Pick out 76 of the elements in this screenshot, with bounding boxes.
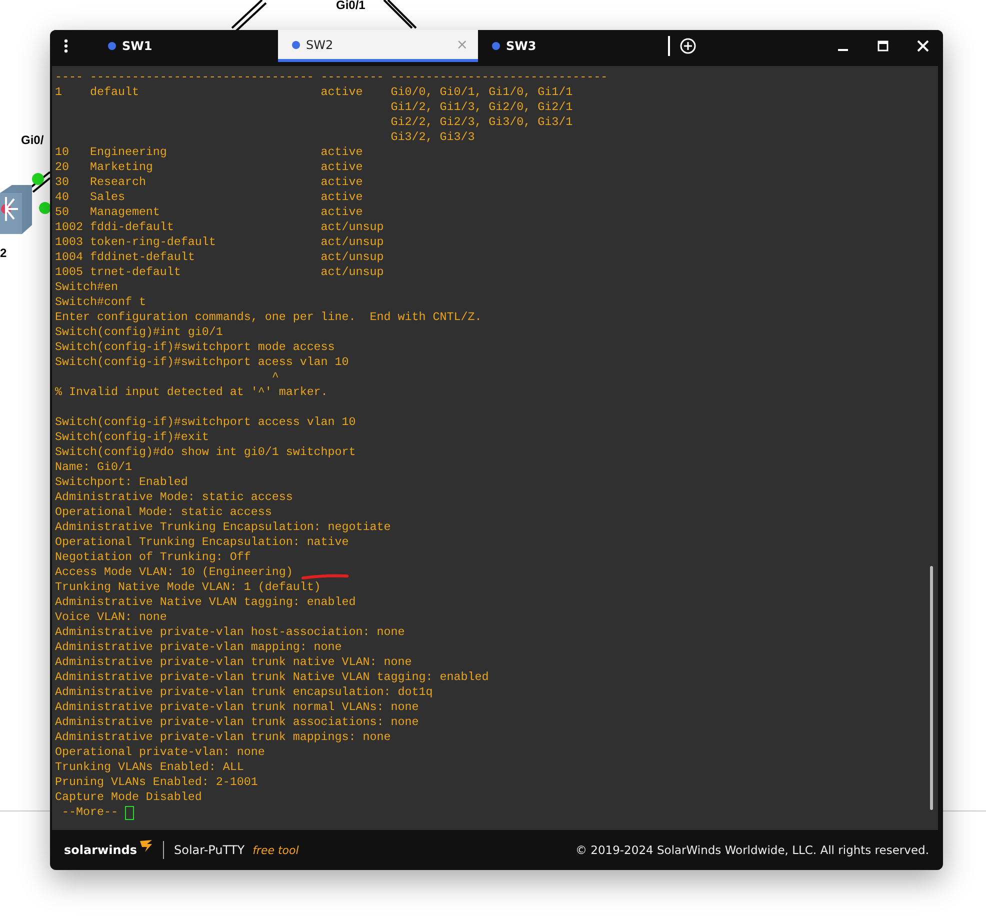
terminal-line: Operational Mode: static access (55, 505, 273, 520)
terminal-line: 10 Engineering active (55, 145, 364, 160)
link-line (29, 171, 51, 193)
port-label: Gi0/1 (336, 0, 366, 12)
terminal-line: Administrative Mode: static access (55, 490, 294, 505)
terminal-line: Switch(config)#int gi0/1 (55, 325, 224, 340)
terminal-line: Gi3/2, Gi3/3 (390, 130, 476, 145)
terminal-line: ---- -------------------------------- --------- ------------------------------- (55, 70, 609, 85)
terminal-line: Administrative Trunking Encapsulation: negotiate (55, 520, 392, 535)
terminal-line: Capture Mode Disabled (55, 790, 203, 805)
copyright-text: © 2019-2024 SolarWinds Worldwide, LLC. All rights reserved. (575, 843, 929, 857)
terminal-line: 1003 token-ring-default act/unsup (55, 235, 385, 250)
terminal-line: 1 default active Gi0/0, Gi0/1, Gi1/0, Gi1/1 (55, 85, 574, 100)
terminal-line: Switchport: Enabled (55, 475, 189, 490)
switch-icon[interactable] (0, 185, 32, 234)
terminal-line: 50 Management active (55, 205, 364, 220)
terminal-line: Administrative private-vlan trunk mappings: none (55, 730, 392, 745)
port-status-dot (32, 173, 44, 185)
close-icon[interactable] (917, 40, 929, 52)
terminal-line: 1005 trnet-default act/unsup (55, 265, 385, 280)
terminal-line: Switch(config-if)#exit (55, 430, 210, 445)
terminal-line: Operational private-vlan: none (55, 745, 266, 760)
terminal-line: Gi1/2, Gi1/3, Gi2/0, Gi2/1 (390, 100, 574, 115)
terminal-line: Administrative private-vlan mapping: none (55, 640, 343, 655)
terminal-line: Switch(config-if)#switchport mode access (55, 340, 336, 355)
terminal-line: Access Mode VLAN: 10 (Engineering) (55, 565, 293, 580)
port-label: 2 (0, 246, 7, 260)
terminal-line: Voice VLAN: none (55, 610, 168, 625)
terminal-line: Pruning VLANs Enabled: 2-1001 (55, 775, 259, 790)
terminal-line: Switch#en (55, 280, 119, 295)
link-line (231, 0, 267, 32)
add-tab-icon[interactable] (680, 38, 696, 54)
status-dot-icon (492, 42, 500, 50)
terminal-line: Administrative private-vlan host-association: none (55, 625, 406, 640)
status-dot-icon (108, 42, 116, 50)
terminal-line: ^ (270, 370, 280, 385)
terminal-line: Trunking VLANs Enabled: ALL (55, 760, 245, 775)
port-label: Gi0/ (21, 133, 44, 147)
link-line (383, 0, 417, 29)
session-tab[interactable]: SW2 × (278, 30, 478, 62)
terminal-line: Administrative private-vlan trunk Native VLAN tagging: enabled (55, 670, 490, 685)
terminal-line: Switch(config)#do show int gi0/1 switchport (55, 445, 357, 460)
logo-text: solarwinds (64, 843, 137, 857)
terminal-line: % Invalid input detected at '^' marker. (55, 385, 329, 400)
terminal-line: Administrative private-vlan trunk normal VLANs: none (55, 700, 420, 715)
status-dot-icon (292, 40, 300, 48)
terminal-line: 1004 fddinet-default act/unsup (55, 250, 385, 265)
terminal-line: 40 Sales active (55, 190, 364, 205)
terminal-line: Operational Trunking Encapsulation: native (55, 535, 350, 550)
underline-mark (300, 574, 349, 580)
terminal-line: Administrative Native VLAN tagging: enabled (55, 595, 357, 610)
terminal-line: Enter configuration commands, one per line. End with CNTL/Z. (55, 310, 483, 325)
terminal-line: Name: Gi0/1 (55, 460, 133, 475)
session-tab[interactable]: SW1 (94, 30, 278, 62)
port-status-dot (39, 202, 51, 214)
scrollbar-thumb[interactable] (930, 566, 933, 810)
terminal-line: Trunking Native Mode VLAN: 1 (default) (55, 580, 322, 595)
terminal-line: Switch(config-if)#switchport acess vlan 10 (55, 355, 350, 370)
terminal-line: Negotiation of Trunking: Off (55, 550, 252, 565)
terminal-line: Switch#conf t (55, 295, 147, 310)
product-tag: free tool (252, 844, 299, 856)
terminal-line: 30 Research active (55, 175, 364, 190)
terminal-line: Administrative private-vlan trunk native VLAN: none (55, 655, 413, 670)
terminal-line: Administrative private-vlan trunk encapsulation: dot1q (55, 685, 434, 700)
terminal-line: Gi2/2, Gi2/3, Gi3/0, Gi3/1 (390, 115, 574, 130)
terminal-line: 20 Marketing active (55, 160, 364, 175)
flame-icon (139, 839, 153, 853)
more-prompt: --More-- (60, 805, 119, 820)
session-tab[interactable]: SW3 (478, 30, 662, 62)
product-name: Solar-PuTTY (174, 843, 245, 857)
terminal-line: Administrative private-vlan trunk associations: none (55, 715, 420, 730)
terminal-line: 1002 fddi-default act/unsup (55, 220, 385, 235)
menu-icon[interactable] (64, 39, 68, 53)
terminal-line: Switch(config-if)#switchport access vlan 10 (55, 415, 357, 430)
cursor-icon (124, 806, 134, 820)
maximize-icon[interactable] (877, 40, 889, 52)
